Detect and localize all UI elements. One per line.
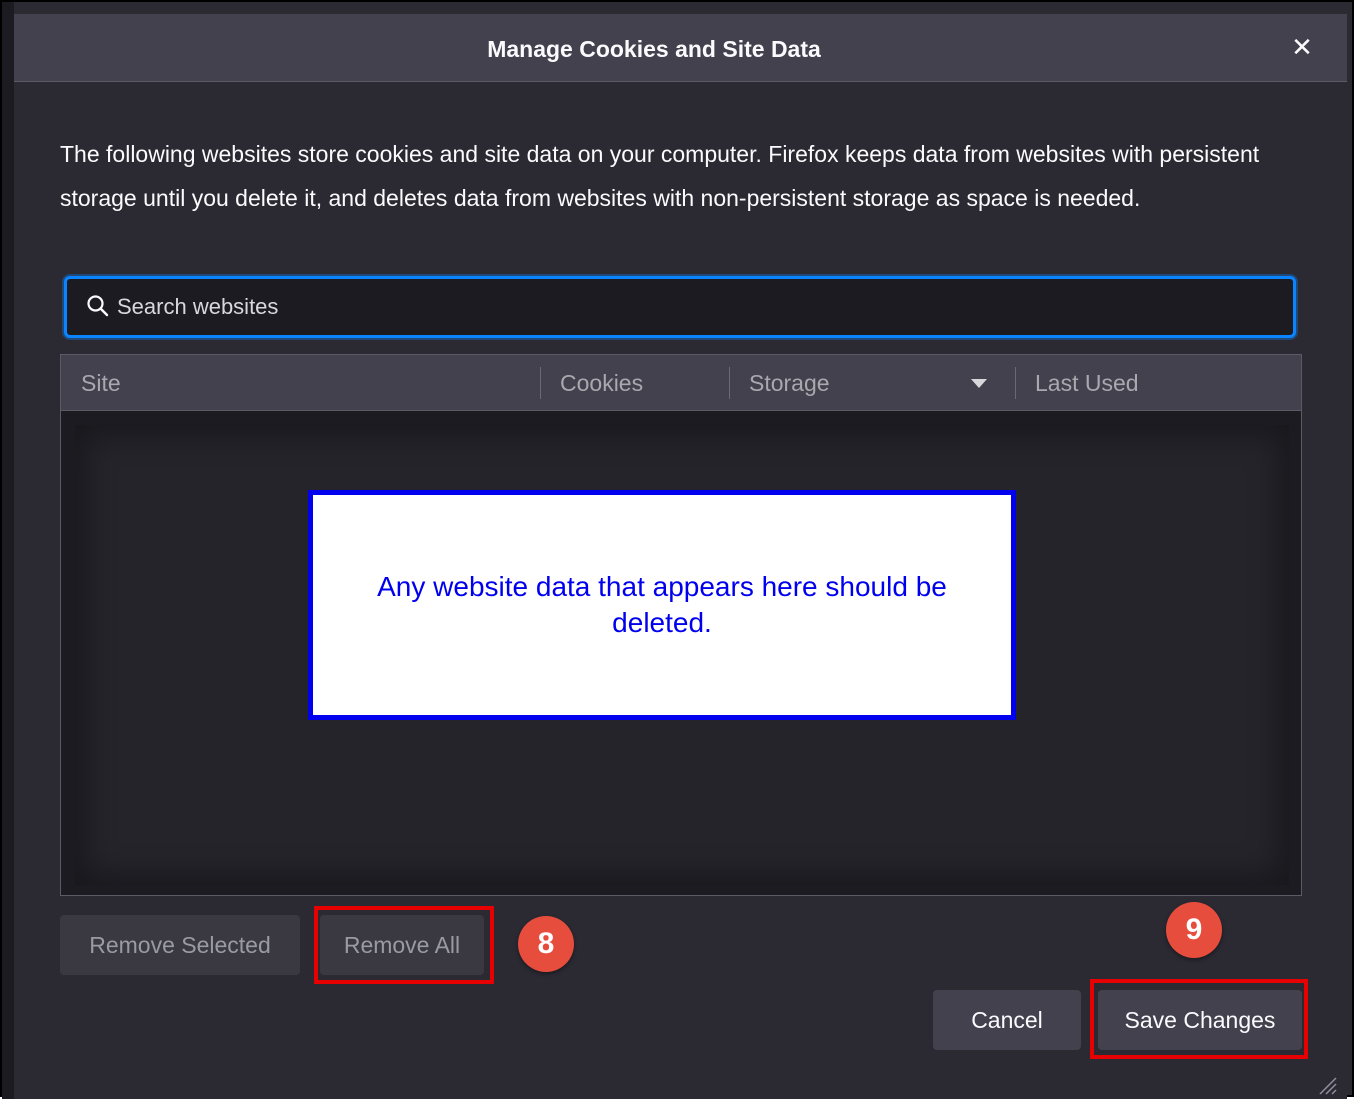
- annotation-notice-box: Any website data that appears here shoul…: [308, 490, 1016, 720]
- remove-selected-button[interactable]: Remove Selected: [60, 915, 300, 975]
- column-divider: [540, 367, 541, 399]
- resize-grip-icon[interactable]: [1315, 1073, 1337, 1095]
- step-badge-9: 9: [1166, 902, 1222, 958]
- search-box[interactable]: [64, 276, 1296, 338]
- step-badge-8: 8: [518, 916, 574, 972]
- column-divider: [1015, 367, 1016, 399]
- search-input[interactable]: [117, 287, 1277, 327]
- close-icon[interactable]: ✕: [1285, 30, 1319, 64]
- table-header: Site Cookies Storage Last Used: [61, 355, 1301, 411]
- column-header-site[interactable]: Site: [81, 355, 121, 411]
- manage-cookies-dialog: Manage Cookies and Site Data ✕ The follo…: [14, 14, 1347, 1099]
- remove-all-highlight: [314, 906, 494, 984]
- dialog-titlebar: Manage Cookies and Site Data ✕: [14, 14, 1347, 82]
- search-icon: [87, 295, 109, 317]
- cancel-button[interactable]: Cancel: [933, 990, 1081, 1050]
- background-window-edge: [2, 2, 14, 1099]
- dialog-description: The following websites store cookies and…: [60, 141, 1260, 211]
- column-header-storage[interactable]: Storage: [749, 355, 830, 411]
- column-divider: [729, 367, 730, 399]
- dialog-title: Manage Cookies and Site Data: [487, 36, 821, 62]
- sort-descending-icon: [971, 379, 987, 388]
- column-header-cookies[interactable]: Cookies: [560, 355, 643, 411]
- screenshot-frame: Manage Cookies and Site Data ✕ The follo…: [0, 0, 1354, 1099]
- annotation-notice-text: Any website data that appears here shoul…: [377, 571, 947, 638]
- save-changes-highlight: [1090, 979, 1308, 1059]
- column-header-last-used[interactable]: Last Used: [1035, 355, 1139, 411]
